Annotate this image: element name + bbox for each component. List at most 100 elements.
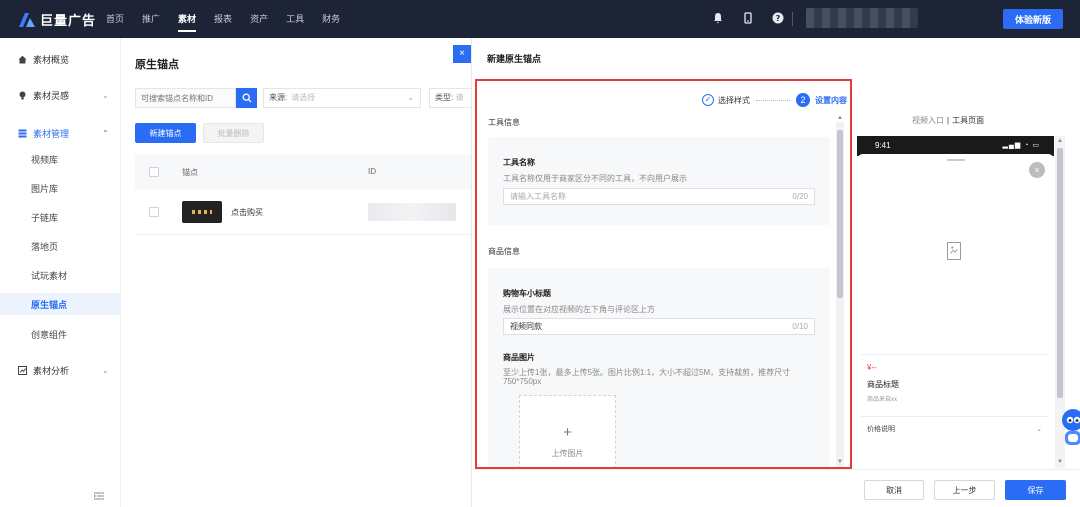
- sidebar-item-playable[interactable]: 试玩素材: [31, 269, 67, 282]
- tool-name-help: 工具名称仅用于商家区分不同的工具，不向用户展示: [503, 174, 687, 183]
- product-preview-card: ¥-- 商品标题 商品来自xx: [861, 354, 1048, 409]
- type-select[interactable]: 类型: 请: [429, 88, 471, 108]
- tool-name-placeholder: 请输入工具名称: [510, 192, 566, 201]
- sidebar-item-native-anchor[interactable]: 原生锚点: [31, 298, 67, 311]
- sheet-grabber: [947, 159, 965, 161]
- new-anchor-button[interactable]: 新建锚点: [135, 123, 196, 143]
- column-header-anchor: 锚点: [182, 168, 198, 177]
- new-anchor-drawer: 新建原生锚点 ✓ 选择样式 2 设置内容 工具信息 工具名称 工具名称仅用于商家…: [471, 38, 1080, 507]
- scroll-down-icon[interactable]: ▼: [1057, 459, 1063, 465]
- sidebar-group-management[interactable]: 素材管理 ⌃: [18, 127, 118, 140]
- step-set-content[interactable]: 设置内容: [815, 95, 847, 106]
- svg-text:?: ?: [776, 14, 781, 23]
- scroll-up-icon[interactable]: ▲: [837, 115, 843, 121]
- chevron-down-icon: ⌄: [102, 366, 109, 375]
- preview-tabs: 视频入口 | 工具页面: [912, 116, 985, 125]
- nav-assets[interactable]: 资产: [250, 0, 268, 38]
- step-number: 2: [796, 93, 810, 107]
- anchor-list-panel: 原生锚点 来源:请选择 ⌄ 类型: 请 新建锚点 批量删除 锚点 ID 点击购买: [121, 38, 471, 507]
- phone-icon[interactable]: [742, 12, 754, 24]
- collapse-sidebar-icon[interactable]: [94, 492, 104, 500]
- tool-page-sheet: × ¥-- 商品标题 商品来自xx 价格说明 ⌄: [857, 154, 1054, 466]
- save-button[interactable]: 保存: [1005, 480, 1066, 500]
- table-row[interactable]: 点击购买: [135, 189, 471, 235]
- main-nav: 首页 推广 素材 报表 资产 工具 财务: [106, 0, 340, 38]
- page-title: 原生锚点: [135, 59, 179, 71]
- logo[interactable]: 巨量广告: [18, 10, 96, 29]
- column-header-id: ID: [368, 167, 376, 176]
- nav-home[interactable]: 首页: [106, 0, 124, 38]
- close-icon: ×: [1029, 162, 1045, 178]
- cart-title-value: 视频同款: [510, 322, 542, 331]
- table-header: 锚点 ID: [135, 155, 471, 189]
- sidebar-item-image-library[interactable]: 图片库: [31, 182, 58, 195]
- bell-icon[interactable]: [712, 12, 724, 24]
- sidebar-group-analysis[interactable]: 素材分析 ⌄: [18, 364, 118, 377]
- divider: [792, 12, 793, 26]
- top-navigation-bar: 巨量广告 首页 推广 素材 报表 资产 工具 财务 ? 体验新版: [0, 0, 1080, 38]
- nav-tools[interactable]: 工具: [286, 0, 304, 38]
- search-icon: [242, 93, 251, 102]
- sidebar-item-video-library[interactable]: 视频库: [31, 153, 58, 166]
- sidebar-item-landing-page[interactable]: 落地页: [31, 240, 58, 253]
- tab-video-entry[interactable]: 视频入口: [912, 116, 944, 125]
- source-placeholder: 请选择: [291, 93, 316, 102]
- step-choose-style[interactable]: 选择样式: [718, 95, 750, 106]
- drawer-title: 新建原生锚点: [487, 54, 542, 64]
- batch-delete-button[interactable]: 批量删除: [203, 123, 264, 143]
- select-all-checkbox[interactable]: [149, 167, 159, 177]
- plus-icon: +: [563, 424, 572, 441]
- drawer-footer: 取消 上一步 保存: [472, 469, 1080, 507]
- nav-report[interactable]: 报表: [214, 0, 232, 38]
- row-checkbox[interactable]: [149, 207, 159, 217]
- step-indicator: ✓ 选择样式 2 设置内容: [702, 93, 847, 107]
- check-icon: ✓: [702, 94, 714, 106]
- cart-title-input[interactable]: 视频同款 0/10: [503, 318, 815, 335]
- nav-finance[interactable]: 财务: [322, 0, 340, 38]
- form-scrollbar-thumb[interactable]: [837, 130, 843, 298]
- source-select[interactable]: 来源: 请选择 ⌄: [263, 88, 421, 108]
- sidebar: 素材概览 素材灵感 ⌄ 素材管理 ⌃ 视频库 图片库 子链库 落地页 试玩素材 …: [0, 38, 121, 507]
- nav-promotion[interactable]: 推广: [142, 0, 160, 38]
- cancel-button[interactable]: 取消: [864, 480, 924, 500]
- type-label: 类型:: [435, 93, 454, 102]
- image-placeholder-icon: [947, 242, 961, 260]
- tool-name-card: 工具名称 工具名称仅用于商家区分不同的工具，不向用户展示 请输入工具名称 0/2…: [488, 137, 830, 225]
- cart-title-help: 展示位置在对应视频的左下角与评论区上方: [503, 305, 655, 314]
- help-icon[interactable]: ?: [772, 12, 784, 24]
- logo-text: 巨量广告: [40, 13, 97, 28]
- section-product-info: 商品信息: [488, 247, 520, 256]
- mascot-assistant-icon[interactable]: [1059, 406, 1080, 450]
- scroll-up-icon[interactable]: ▲: [1057, 138, 1063, 144]
- top-icon-group: ?: [712, 12, 784, 24]
- price-note-label: 价格说明: [867, 426, 895, 433]
- preview-product-from: 商品来自xx: [867, 397, 898, 403]
- preview-scrollbar-thumb[interactable]: [1057, 148, 1063, 398]
- phone-status-bar: 9:41 ▂▄▆ ◔ ▭: [857, 136, 1054, 156]
- sidebar-item-sublink-library[interactable]: 子链库: [31, 211, 58, 224]
- chevron-down-icon: ⌄: [102, 91, 109, 100]
- char-count: 0/20: [792, 192, 808, 201]
- sidebar-group-overview[interactable]: 素材概览: [18, 53, 69, 66]
- tool-name-input[interactable]: 请输入工具名称 0/20: [503, 188, 815, 205]
- char-count: 0/10: [792, 322, 808, 331]
- nav-material[interactable]: 素材: [178, 0, 197, 38]
- previous-step-button[interactable]: 上一步: [934, 480, 995, 500]
- upload-image-button[interactable]: + 上传图片: [519, 395, 616, 467]
- analysis-icon: [18, 366, 27, 375]
- sidebar-group-inspiration[interactable]: 素材灵感 ⌄: [18, 89, 118, 102]
- product-image-label: 商品图片: [503, 353, 535, 362]
- account-info-blurred[interactable]: [806, 8, 918, 28]
- preview-price-note: 价格说明 ⌄: [861, 416, 1048, 442]
- tab-tool-page[interactable]: 工具页面: [952, 116, 984, 125]
- stack-icon: [18, 129, 27, 138]
- sidebar-group-label: 素材灵感: [33, 91, 70, 101]
- sidebar-item-creative-component[interactable]: 创意组件: [31, 328, 67, 341]
- try-new-version-button[interactable]: 体验新版: [1003, 9, 1063, 29]
- type-placeholder: 请: [455, 93, 464, 102]
- product-image-help: 至少上传1张，最多上传5张。图片比例1:1，大小不超过5M，支持裁剪，推荐尺寸7…: [503, 368, 791, 386]
- scroll-down-icon[interactable]: ▼: [837, 459, 843, 465]
- search-button[interactable]: [236, 88, 257, 108]
- close-drawer-button[interactable]: ×: [453, 45, 471, 63]
- search-input[interactable]: [135, 88, 236, 108]
